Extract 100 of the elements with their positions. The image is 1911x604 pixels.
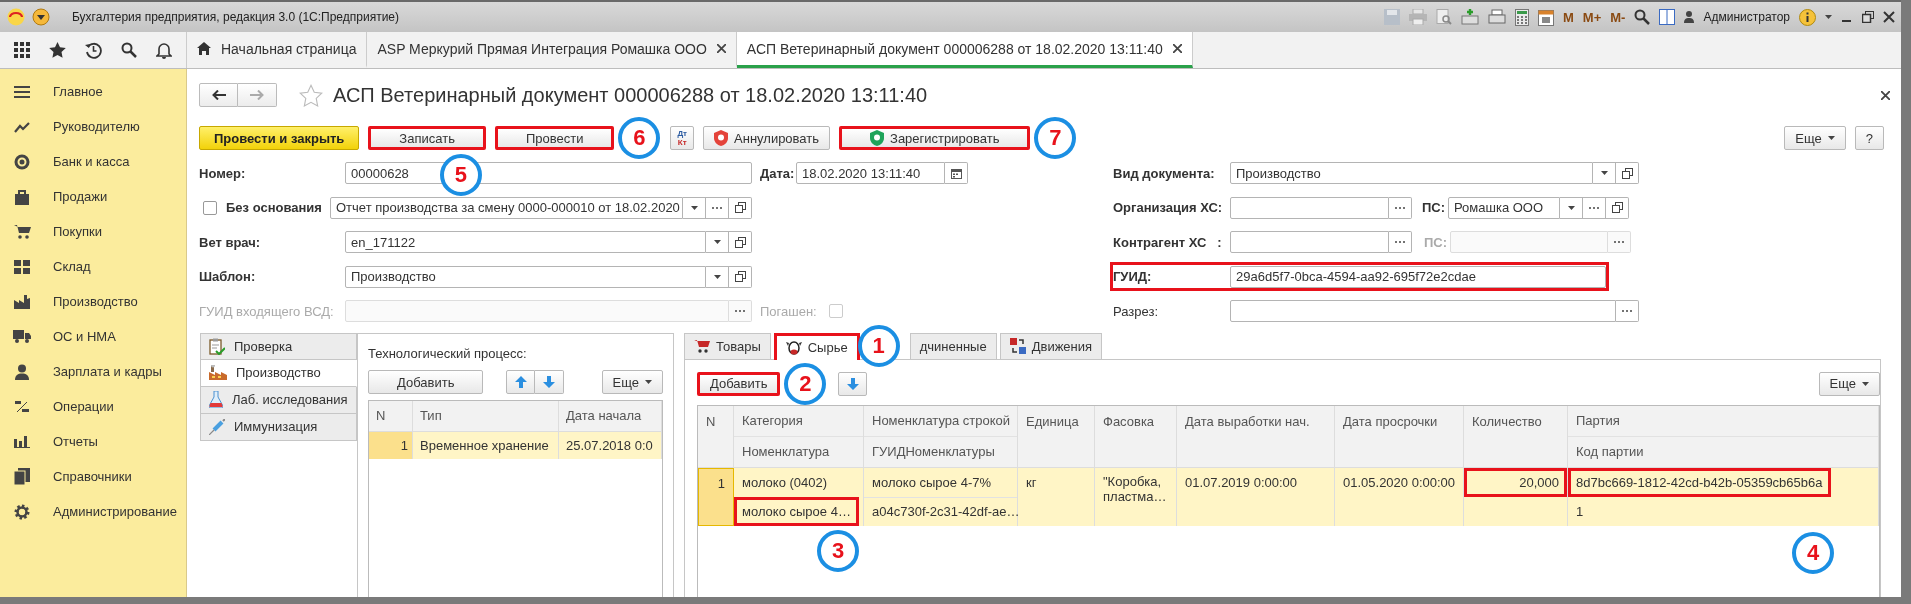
- toolbar-button[interactable]: Аннулировать: [703, 126, 831, 150]
- select-button[interactable]: [1389, 196, 1412, 219]
- more-button[interactable]: Еще: [1818, 371, 1880, 396]
- select-button[interactable]: [729, 300, 752, 323]
- memory-button[interactable]: M-: [1610, 9, 1626, 25]
- input-field[interactable]: 29a6d5f7-0bca-4594-aa92-695f72e2cdae: [1230, 265, 1606, 288]
- input-field[interactable]: [1230, 231, 1389, 254]
- dropdown-button[interactable]: [706, 265, 729, 288]
- panel-icon[interactable]: [1659, 9, 1676, 25]
- input-field[interactable]: Отчет производства за смену 0000-000010 от 18.02.2020: [330, 196, 683, 219]
- open-button[interactable]: [729, 265, 752, 288]
- open-button[interactable]: [729, 196, 752, 219]
- tab[interactable]: Сырье: [773, 332, 860, 360]
- move-down-button[interactable]: [838, 371, 868, 396]
- toolbar-button[interactable]: Зарегистрировать: [839, 126, 1031, 150]
- add-button[interactable]: Добавить: [697, 371, 781, 396]
- input-field[interactable]: 18.02.2020 13:11:40: [796, 162, 945, 185]
- memory-button[interactable]: M: [1563, 9, 1574, 25]
- dropdown-button[interactable]: [1593, 162, 1616, 185]
- sidebar-item[interactable]: Справочники: [0, 459, 186, 494]
- user-name[interactable]: Администратор: [1703, 10, 1790, 24]
- select-button[interactable]: [1608, 231, 1631, 254]
- post-and-close-button[interactable]: Провести и закрыть: [199, 126, 360, 150]
- section-tab[interactable]: Проверка: [200, 332, 357, 360]
- sidebar-item[interactable]: Склад: [0, 249, 186, 284]
- section-tab[interactable]: Лаб. исследования: [200, 386, 357, 414]
- calendar-button[interactable]: [945, 162, 968, 185]
- bell-icon[interactable]: [156, 41, 173, 59]
- column-header: Категория: [741, 412, 804, 430]
- toolbar-button[interactable]: Записать: [368, 126, 486, 150]
- search-icon[interactable]: [1634, 9, 1651, 25]
- input-field[interactable]: Ромашка ООО: [1448, 196, 1560, 219]
- select-button[interactable]: [706, 196, 729, 219]
- back-button[interactable]: [199, 83, 238, 107]
- sidebar-item[interactable]: ОС и НМА: [0, 319, 186, 354]
- sidebar-item[interactable]: Зарплата и кадры: [0, 354, 186, 389]
- close-icon[interactable]: [1172, 44, 1182, 53]
- close-icon[interactable]: [716, 44, 726, 53]
- input-field[interactable]: en_171122: [345, 231, 706, 254]
- printer-icon[interactable]: [1488, 9, 1506, 25]
- input-field[interactable]: Производство: [345, 265, 706, 288]
- dropdown-button[interactable]: [1560, 196, 1583, 219]
- more-button[interactable]: Еще: [1784, 126, 1846, 150]
- menu-icon: [14, 84, 30, 99]
- sidebar-item[interactable]: Главное: [0, 74, 186, 109]
- tab[interactable]: Движения: [999, 332, 1103, 359]
- add-button[interactable]: Добавить: [368, 370, 484, 394]
- apps-icon[interactable]: [13, 42, 30, 58]
- close-icon[interactable]: [1883, 11, 1895, 23]
- toolbar-button[interactable]: Провести: [494, 126, 615, 150]
- dropdown-button[interactable]: [683, 196, 706, 219]
- sidebar-item[interactable]: Администрирование: [0, 494, 186, 529]
- restore-icon[interactable]: [1862, 11, 1874, 23]
- column-header: Код партии: [1568, 435, 1878, 466]
- open-button[interactable]: [1616, 162, 1639, 185]
- close-icon: [1881, 90, 1890, 100]
- star-icon[interactable]: [299, 83, 323, 107]
- sidebar-item[interactable]: Руководителю: [0, 109, 186, 144]
- table-cell-text: молоко сырое 4-7%: [871, 473, 992, 492]
- open-button[interactable]: [1606, 196, 1629, 219]
- calculator-icon[interactable]: [1515, 8, 1529, 26]
- menu-caret-icon[interactable]: [32, 8, 50, 26]
- sidebar-item[interactable]: Банк и касса: [0, 144, 186, 179]
- help-button[interactable]: ?: [1854, 126, 1884, 150]
- sidebar-item[interactable]: Отчеты: [0, 424, 186, 459]
- input-field[interactable]: [1230, 300, 1616, 323]
- sidebar-item[interactable]: Продажи: [0, 179, 186, 214]
- move-up-button[interactable]: [506, 370, 536, 394]
- select-button[interactable]: [1583, 196, 1606, 219]
- checkbox[interactable]: [203, 200, 217, 215]
- move-down-button[interactable]: [535, 370, 565, 394]
- section-tab[interactable]: Производство: [200, 359, 357, 387]
- info-icon[interactable]: [1799, 8, 1816, 26]
- window-tab[interactable]: АСП Ветеринарный документ 000006288 от 18.02.2020 13:11:40: [736, 32, 1193, 68]
- input-field[interactable]: [1230, 196, 1389, 219]
- sidebar-item[interactable]: Покупки: [0, 214, 186, 249]
- memory-button[interactable]: M+: [1582, 9, 1602, 25]
- tab[interactable]: Товары: [684, 332, 771, 359]
- history-icon[interactable]: [84, 41, 102, 59]
- select-button[interactable]: [1389, 231, 1412, 254]
- dropdown-button[interactable]: [706, 231, 729, 254]
- input-field[interactable]: Производство: [1230, 162, 1593, 185]
- star-icon[interactable]: [48, 42, 66, 58]
- preview-icon[interactable]: [1436, 9, 1452, 25]
- sidebar-item[interactable]: Операции: [0, 389, 186, 424]
- open-icon: [734, 271, 746, 283]
- open-button[interactable]: [729, 231, 752, 254]
- caret-icon[interactable]: [1825, 15, 1832, 19]
- table-cell-text: 01.05.2020 0:00:00: [1342, 473, 1457, 492]
- sidebar-item[interactable]: Производство: [0, 284, 186, 319]
- more-button[interactable]: Еще: [601, 370, 663, 394]
- search-icon[interactable]: [121, 42, 138, 58]
- ledger-button[interactable]: Дт Кт: [670, 126, 695, 150]
- column-header: ГУИДНоменклатуры: [864, 435, 1017, 466]
- section-tab[interactable]: Иммунизация: [200, 413, 357, 441]
- select-button[interactable]: [1616, 300, 1639, 323]
- tab[interactable]: дчиненные: [909, 332, 997, 359]
- syringe-icon: [209, 418, 225, 435]
- calendar-icon[interactable]: [1538, 8, 1554, 26]
- export-icon[interactable]: [1461, 9, 1479, 25]
